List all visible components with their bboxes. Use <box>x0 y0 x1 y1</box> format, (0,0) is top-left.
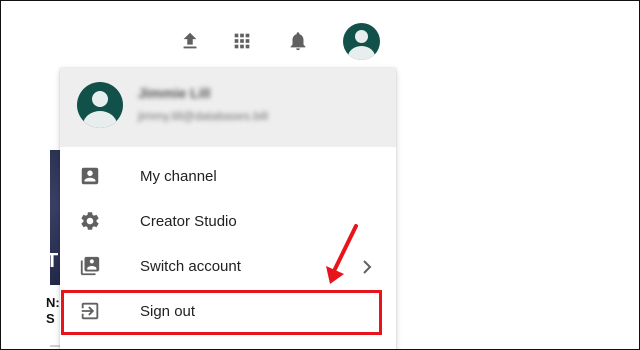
highlight-box <box>61 290 382 335</box>
avatar <box>77 82 123 128</box>
avatar-head <box>92 91 108 107</box>
menu-item-label: Creator Studio <box>140 213 237 230</box>
notifications-button[interactable] <box>284 27 312 55</box>
video-title-line-2: S <box>46 311 55 326</box>
avatar-body <box>348 46 375 60</box>
chevron-right-icon <box>360 258 374 276</box>
user-email: jimmy.lill@databases.bill <box>138 109 268 123</box>
switch-account-icon <box>78 254 102 278</box>
upload-button[interactable] <box>176 27 204 55</box>
notifications-bell-icon <box>290 32 306 51</box>
apps-icon <box>234 33 250 49</box>
menu-item-label: My channel <box>140 168 217 185</box>
video-title-fragment[interactable]: N: S <box>46 295 60 327</box>
user-name: Jimmie Lill <box>138 85 211 101</box>
gear-icon <box>78 209 102 233</box>
upload-icon <box>183 32 197 49</box>
video-title-line-1: N: <box>46 295 60 310</box>
account-box-icon <box>78 164 102 188</box>
menu-item-my-channel[interactable]: My channel <box>60 154 396 199</box>
menu-item-label: Switch account <box>140 258 241 275</box>
apps-button[interactable] <box>228 27 256 55</box>
account-header: Jimmie Lill jimmy.lill@databases.bill <box>60 68 396 147</box>
avatar-body <box>83 111 117 128</box>
account-avatar-button[interactable] <box>343 23 380 60</box>
red-arrow-icon <box>326 224 358 284</box>
avatar-head <box>355 30 368 43</box>
